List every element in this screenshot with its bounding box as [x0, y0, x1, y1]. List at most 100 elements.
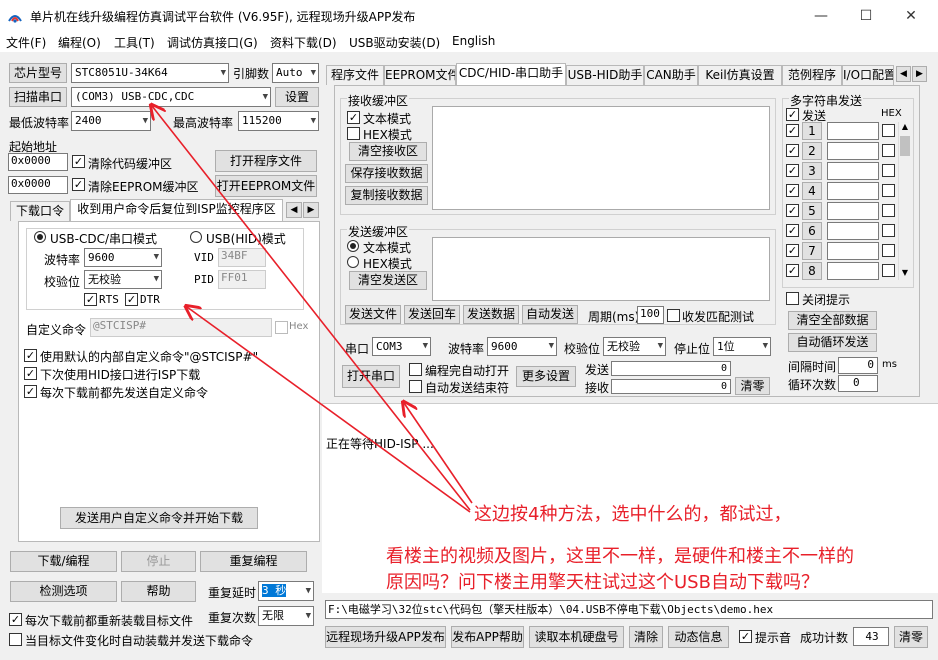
stop-bits-select[interactable]: 1位 ▼: [713, 337, 771, 356]
multi-send-row-checkbox[interactable]: ✓: [786, 264, 799, 277]
open-eeprom-file-button[interactable]: 打开EEPROM文件: [215, 175, 317, 197]
multi-send-row-hex-checkbox[interactable]: [882, 204, 895, 217]
multi-send-row-input[interactable]: [827, 142, 879, 160]
read-disk-id-button[interactable]: 读取本机硬盘号: [529, 626, 624, 648]
multi-send-row-checkbox[interactable]: ✓: [786, 184, 799, 197]
period-input[interactable]: 100: [637, 306, 664, 324]
multi-send-row-hex-checkbox[interactable]: [882, 124, 895, 137]
menu-download[interactable]: 资料下载(D): [270, 34, 337, 51]
multi-send-row-hex-checkbox[interactable]: [882, 264, 895, 277]
multi-send-row-checkbox[interactable]: ✓: [786, 244, 799, 257]
clear-all-data-button[interactable]: 清空全部数据: [788, 311, 877, 330]
clear-receive-button[interactable]: 清空接收区: [349, 142, 427, 161]
beep-checkbox[interactable]: ✓: [739, 630, 752, 643]
menu-program[interactable]: 编程(O): [58, 34, 101, 51]
max-baud-select[interactable]: 115200 ▼: [238, 111, 319, 131]
multi-send-row-input[interactable]: [827, 122, 879, 140]
tab-can[interactable]: CAN助手: [644, 65, 698, 85]
clear-send-button[interactable]: 清空发送区: [349, 271, 427, 290]
multi-send-row-checkbox[interactable]: ✓: [786, 224, 799, 237]
success-reset-button[interactable]: 清零: [894, 626, 928, 648]
pin-count-select[interactable]: Auto ▼: [272, 63, 319, 83]
multi-send-row-input[interactable]: [827, 162, 879, 180]
close-button[interactable]: ✕: [888, 0, 934, 32]
repeat-program-button[interactable]: 重复编程: [200, 551, 307, 572]
send-text-mode-radio[interactable]: [347, 240, 359, 252]
multi-send-row-checkbox[interactable]: ✓: [786, 164, 799, 177]
serial-parity-select[interactable]: 无校验 ▼: [603, 337, 666, 356]
multi-send-row-input[interactable]: [827, 202, 879, 220]
multi-send-row-button[interactable]: 3: [802, 162, 822, 180]
port-settings-button[interactable]: 设置: [275, 87, 319, 107]
multi-send-row-input[interactable]: [827, 242, 879, 260]
match-test-checkbox[interactable]: [667, 309, 680, 322]
usb-cdc-radio[interactable]: [34, 231, 46, 243]
send-and-download-button[interactable]: 发送用户自定义命令并开始下载: [60, 507, 258, 529]
send-hex-mode-radio[interactable]: [347, 256, 359, 268]
repeat-delay-select[interactable]: 3 秒 ▼: [258, 581, 314, 601]
tab-usb-hid[interactable]: USB-HID助手: [566, 65, 644, 85]
recv-hex-mode-checkbox[interactable]: [347, 127, 360, 140]
send-enter-button[interactable]: 发送回车: [404, 305, 460, 324]
remote-upgrade-button[interactable]: 远程现场升级APP发布: [325, 626, 446, 648]
hex-checkbox[interactable]: [275, 321, 288, 334]
tab-scroll-left-icon[interactable]: ◀: [896, 66, 911, 82]
hex-path-field[interactable]: F:\电磁学习\32位stc\代码包（擎天柱版本）\04.USB不停电下载\Ob…: [325, 600, 933, 619]
interval-input[interactable]: 0: [838, 357, 878, 374]
multi-send-row-button[interactable]: 7: [802, 242, 822, 260]
multi-send-row-input[interactable]: [827, 182, 879, 200]
code-address-input[interactable]: 0x0000: [8, 153, 68, 171]
copy-receive-button[interactable]: 复制接收数据: [345, 186, 428, 205]
multi-send-row-button[interactable]: 6: [802, 222, 822, 240]
multi-send-row-hex-checkbox[interactable]: [882, 184, 895, 197]
auto-loop-send-button[interactable]: 自动循环发送: [788, 333, 877, 352]
download-program-button[interactable]: 下载/编程: [10, 551, 117, 572]
multi-send-row-input[interactable]: [827, 222, 879, 240]
usb-hid-radio[interactable]: [190, 231, 202, 243]
isp-baud-select[interactable]: 9600 ▼: [84, 248, 162, 267]
port-select[interactable]: (COM3) USB-CDC,CDC ▼: [71, 87, 271, 107]
more-settings-button[interactable]: 更多设置: [516, 366, 576, 387]
tab-cdc-hid-serial[interactable]: CDC/HID-串口助手: [456, 63, 566, 85]
tab-download-password[interactable]: 下载口令: [10, 201, 70, 221]
auto-load-checkbox[interactable]: [9, 633, 22, 646]
clear-code-checkbox[interactable]: ✓: [72, 155, 85, 168]
tab-program-file[interactable]: 程序文件: [326, 65, 384, 85]
auto-open-checkbox[interactable]: [409, 363, 422, 376]
recv-text-mode-checkbox[interactable]: ✓: [347, 111, 360, 124]
rts-checkbox[interactable]: ✓: [84, 293, 97, 306]
publish-help-button[interactable]: 发布APP帮助: [451, 626, 524, 648]
menu-tools[interactable]: 工具(T): [114, 34, 155, 51]
save-receive-button[interactable]: 保存接收数据: [345, 164, 428, 183]
multi-send-row-button[interactable]: 1: [802, 122, 822, 140]
maximize-button[interactable]: ☐: [843, 0, 889, 32]
multi-send-row-checkbox[interactable]: ✓: [786, 124, 799, 137]
next-hid-checkbox[interactable]: ✓: [24, 367, 37, 380]
scroll-thumb[interactable]: [900, 136, 910, 156]
clear-count-button[interactable]: 清零: [735, 377, 770, 395]
help-button[interactable]: 帮助: [121, 581, 196, 602]
send-data-button[interactable]: 发送数据: [463, 305, 519, 324]
reload-file-checkbox[interactable]: ✓: [9, 613, 22, 626]
chip-type-button[interactable]: 芯片型号: [9, 63, 67, 83]
tab-scroll-right-icon[interactable]: ▶: [303, 202, 319, 218]
multi-send-row-button[interactable]: 4: [802, 182, 822, 200]
min-baud-select[interactable]: 2400 ▼: [71, 111, 151, 131]
multi-send-row-button[interactable]: 8: [802, 262, 822, 280]
check-options-button[interactable]: 检测选项: [10, 581, 117, 602]
chip-type-select[interactable]: STC8051U-34K64 ▼: [71, 63, 229, 83]
multi-send-row-hex-checkbox[interactable]: [882, 164, 895, 177]
multi-send-row-button[interactable]: 2: [802, 142, 822, 160]
auto-terminator-checkbox[interactable]: [409, 380, 422, 393]
eeprom-address-input[interactable]: 0x0000: [8, 176, 68, 194]
dtr-checkbox[interactable]: ✓: [125, 293, 138, 306]
menu-english[interactable]: English: [452, 34, 495, 48]
custom-command-input[interactable]: @STCISP#: [90, 318, 272, 337]
send-textarea[interactable]: [432, 237, 770, 301]
open-port-button[interactable]: 打开串口: [342, 365, 400, 388]
scroll-down-icon[interactable]: ▼: [899, 268, 911, 280]
menu-file[interactable]: 文件(F): [6, 34, 46, 51]
multi-send-all-checkbox[interactable]: ✓: [786, 108, 799, 121]
multi-send-row-hex-checkbox[interactable]: [882, 224, 895, 237]
repeat-count-select[interactable]: 无限 ▼: [258, 606, 314, 626]
